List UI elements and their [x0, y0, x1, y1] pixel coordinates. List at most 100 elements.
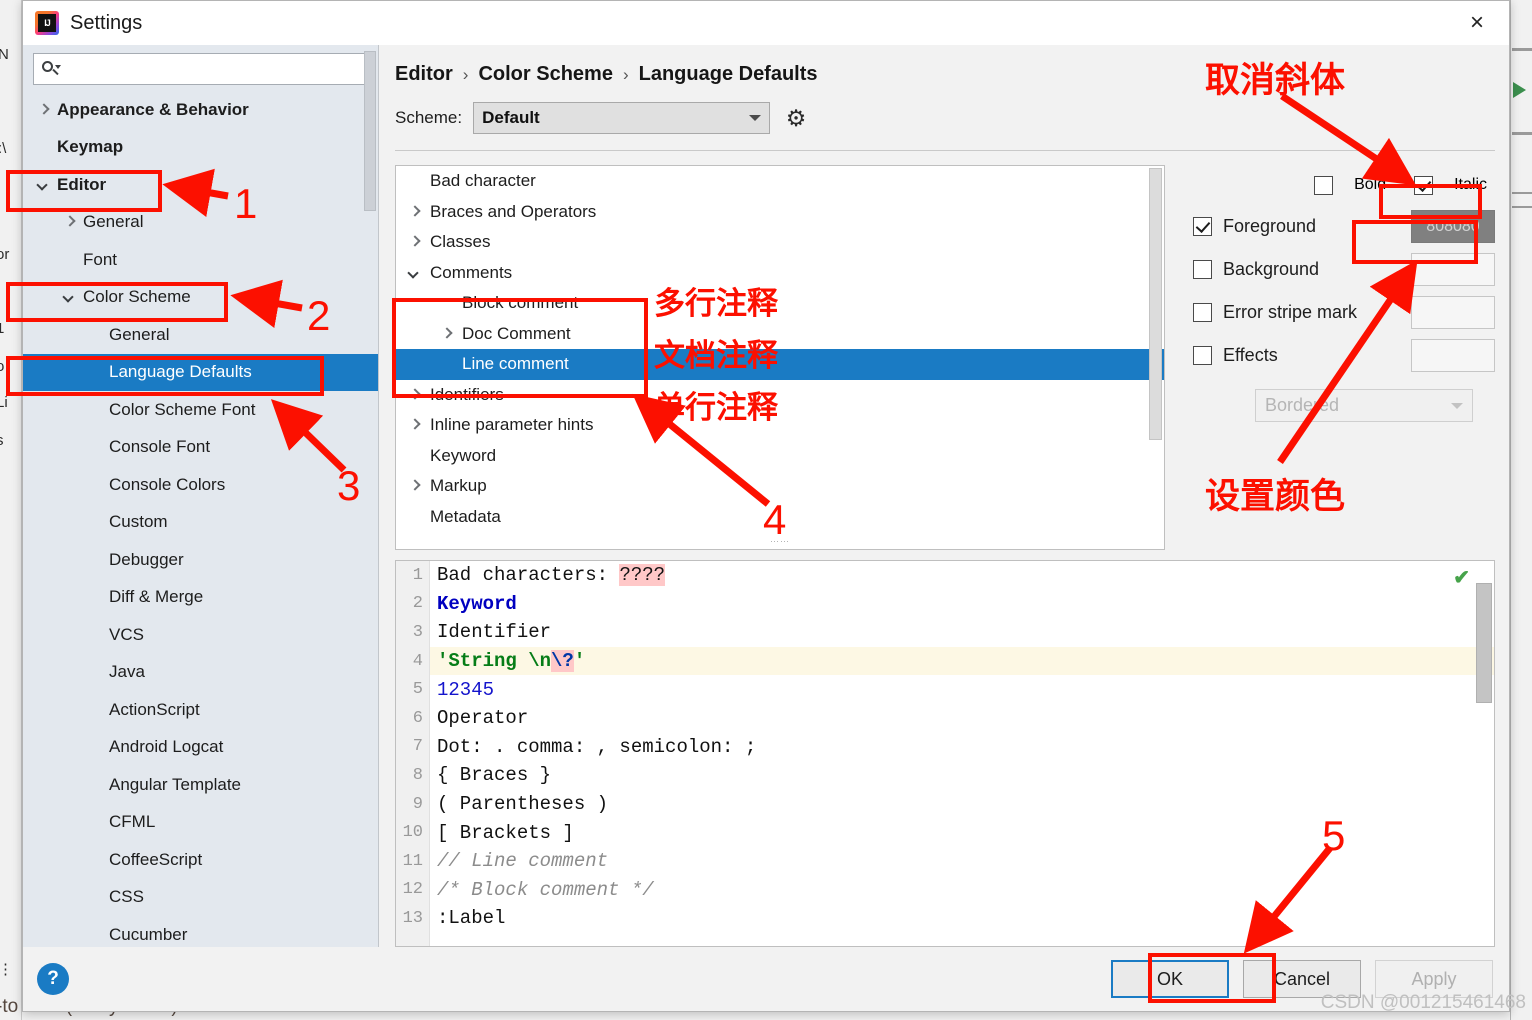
- sidebar-item-debugger[interactable]: Debugger: [23, 541, 378, 579]
- code-area[interactable]: Bad characters: ???? Keyword Identifier 'St…: [430, 561, 1494, 946]
- attribute-item-doc-comment[interactable]: Doc Comment: [396, 319, 1164, 350]
- chevron-down-icon[interactable]: [37, 178, 51, 192]
- inspection-ok-icon[interactable]: ✔: [1453, 565, 1470, 590]
- chevron-right-icon[interactable]: [440, 327, 454, 341]
- tree-spacer-icon: [89, 740, 103, 754]
- preview-editor[interactable]: 1 2 3 4 5 6 7 8 9 10 11 12 13 Bad characters: ???? Ke…: [395, 560, 1495, 947]
- chevron-down-icon[interactable]: [63, 290, 77, 304]
- background-checkbox[interactable]: [1193, 260, 1212, 279]
- sidebar-item-console-colors[interactable]: Console Colors: [23, 466, 378, 504]
- code-line[interactable]: 'String \n \? ': [430, 646, 1494, 676]
- sidebar-item-general[interactable]: General: [23, 316, 378, 354]
- sidebar-item-cfml[interactable]: CFML: [23, 804, 378, 842]
- resize-grip-icon[interactable]: ⋯⋯: [770, 536, 790, 547]
- code-line[interactable]: // Line comment: [430, 847, 1494, 876]
- search-box[interactable]: [33, 53, 368, 85]
- chevron-right-icon[interactable]: [408, 388, 422, 402]
- attribute-item-keyword[interactable]: Keyword: [396, 441, 1164, 472]
- chevron-down-icon[interactable]: [408, 266, 422, 280]
- background-text-fragment: or: [0, 246, 10, 263]
- code-line[interactable]: Keyword: [430, 590, 1494, 619]
- code-token: ( Parentheses ): [437, 793, 609, 816]
- scheme-dropdown[interactable]: Default: [473, 102, 771, 134]
- attribute-item-braces-and-operators[interactable]: Braces and Operators: [396, 197, 1164, 228]
- breadcrumb-color-scheme[interactable]: Color Scheme: [478, 63, 612, 86]
- sidebar-tree[interactable]: Appearance & Behavior Keymap Editor General…: [23, 91, 378, 947]
- sidebar-item-custom[interactable]: Custom: [23, 504, 378, 542]
- close-icon[interactable]: ×: [1449, 1, 1505, 45]
- attribute-item-line-comment[interactable]: Line comment: [396, 349, 1164, 380]
- effects-checkbox[interactable]: [1193, 346, 1212, 365]
- code-line[interactable]: [ Brackets ]: [430, 818, 1494, 847]
- sidebar-item-appearance-behavior[interactable]: Appearance & Behavior: [23, 91, 378, 129]
- code-line[interactable]: 12345: [430, 675, 1494, 704]
- sidebar-item-android-logcat[interactable]: Android Logcat: [23, 729, 378, 767]
- error-stripe-mark-color-swatch[interactable]: [1411, 296, 1495, 329]
- breadcrumb-editor[interactable]: Editor: [395, 63, 453, 86]
- attribute-item-block-comment[interactable]: Block comment: [396, 288, 1164, 319]
- code-line[interactable]: { Braces }: [430, 761, 1494, 790]
- sidebar-item-actionscript[interactable]: ActionScript: [23, 691, 378, 729]
- code-line[interactable]: Identifier: [430, 618, 1494, 647]
- attribute-item-comments[interactable]: Comments: [396, 258, 1164, 289]
- attribute-item-markup[interactable]: Markup: [396, 471, 1164, 502]
- tree-spacer-icon: [89, 815, 103, 829]
- tree-spacer-icon: [89, 440, 103, 454]
- code-line[interactable]: ( Parentheses ): [430, 790, 1494, 819]
- attribute-item-classes[interactable]: Classes: [396, 227, 1164, 258]
- preview-scrollbar[interactable]: [1476, 583, 1492, 703]
- attribute-item-inline-parameter-hints[interactable]: Inline parameter hints: [396, 410, 1164, 441]
- sidebar-item-color-scheme[interactable]: Color Scheme: [23, 279, 378, 317]
- chevron-right-icon[interactable]: [408, 479, 422, 493]
- sidebar-item-color-scheme-font[interactable]: Color Scheme Font: [23, 391, 378, 429]
- chevron-right-icon[interactable]: [408, 235, 422, 249]
- chevron-right-icon[interactable]: [408, 205, 422, 219]
- code-line[interactable]: Dot: . comma: , semicolon: ;: [430, 733, 1494, 762]
- background-menu-dots: ⋮: [0, 961, 13, 978]
- code-line[interactable]: :Label: [430, 904, 1494, 933]
- ok-button[interactable]: OK: [1111, 960, 1229, 998]
- sidebar-item-font[interactable]: Font: [23, 241, 378, 279]
- chevron-right-icon[interactable]: [408, 418, 422, 432]
- effects-color-swatch[interactable]: [1411, 339, 1495, 372]
- sidebar-item-general[interactable]: General: [23, 204, 378, 242]
- sidebar-item-css[interactable]: CSS: [23, 879, 378, 917]
- gear-icon[interactable]: ⚙: [781, 103, 811, 133]
- effects-type-dropdown[interactable]: Bordered: [1255, 389, 1473, 422]
- search-input[interactable]: [60, 59, 361, 79]
- code-line[interactable]: Operator: [430, 704, 1494, 733]
- sidebar-item-language-defaults[interactable]: Language Defaults: [23, 353, 378, 391]
- cancel-button[interactable]: Cancel: [1243, 960, 1361, 998]
- sidebar-item-keymap[interactable]: Keymap: [23, 129, 378, 167]
- code-line[interactable]: /* Block comment */: [430, 876, 1494, 905]
- breadcrumb-language-defaults[interactable]: Language Defaults: [639, 63, 818, 86]
- sidebar-item-console-font[interactable]: Console Font: [23, 429, 378, 467]
- sidebar-item-diff-merge[interactable]: Diff & Merge: [23, 579, 378, 617]
- sidebar-item-java[interactable]: Java: [23, 654, 378, 692]
- sidebar-scrollbar[interactable]: [364, 51, 376, 211]
- code-line[interactable]: Bad characters: ????: [430, 561, 1494, 590]
- foreground-checkbox[interactable]: [1193, 217, 1212, 236]
- background-color-swatch[interactable]: [1411, 253, 1495, 286]
- sidebar-item-editor[interactable]: Editor: [23, 166, 378, 204]
- attributes-tree[interactable]: Bad character Braces and Operators Classes…: [395, 165, 1165, 550]
- chevron-right-icon[interactable]: [37, 103, 51, 117]
- sidebar-item-label: Color Scheme Font: [109, 399, 256, 419]
- foreground-color-swatch[interactable]: 808080: [1411, 210, 1495, 243]
- line-number: 6: [412, 708, 423, 728]
- chevron-right-icon[interactable]: [63, 215, 77, 229]
- attributes-scrollbar[interactable]: [1149, 168, 1162, 440]
- error-stripe-mark-checkbox[interactable]: [1193, 303, 1212, 322]
- italic-checkbox[interactable]: [1414, 175, 1434, 195]
- help-icon[interactable]: ?: [37, 963, 69, 995]
- attribute-item-bad-character[interactable]: Bad character: [396, 166, 1164, 197]
- run-arrow-icon[interactable]: [1513, 82, 1526, 98]
- sidebar-item-angular-template[interactable]: Angular Template: [23, 766, 378, 804]
- attribute-item-identifiers[interactable]: Identifiers: [396, 380, 1164, 411]
- attribute-item-metadata[interactable]: Metadata: [396, 502, 1164, 533]
- sidebar-item-vcs[interactable]: VCS: [23, 616, 378, 654]
- sidebar-item-cucumber[interactable]: Cucumber: [23, 916, 378, 947]
- code-token: { Braces }: [437, 764, 552, 787]
- bold-checkbox[interactable]: [1314, 175, 1334, 195]
- sidebar-item-coffeescript[interactable]: CoffeeScript: [23, 841, 378, 879]
